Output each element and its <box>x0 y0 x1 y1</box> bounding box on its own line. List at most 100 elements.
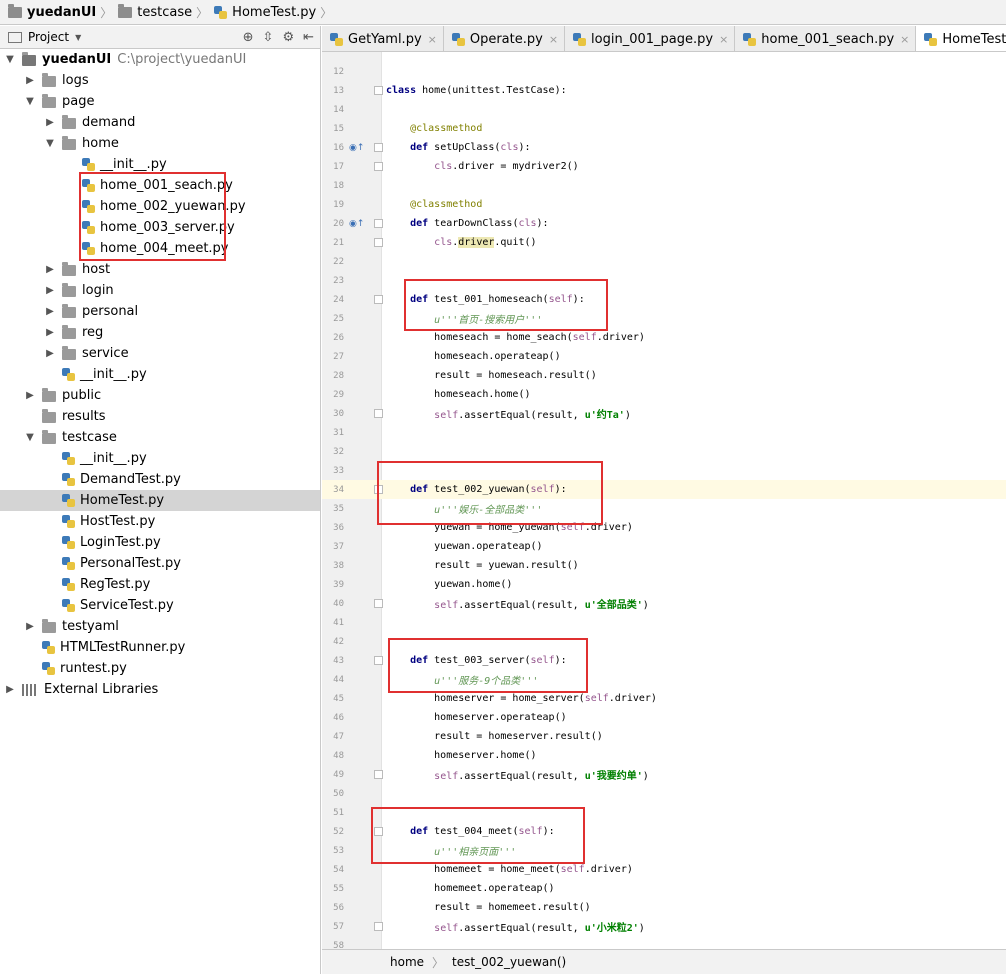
editor-tab[interactable]: HomeTest.py× <box>916 26 1006 51</box>
tree-item[interactable]: ▶ login <box>0 280 320 301</box>
fold-icon[interactable] <box>374 143 383 152</box>
chevron-right-icon[interactable]: ▶ <box>44 306 56 317</box>
override-marker-icon[interactable]: ◉↑ <box>349 143 364 153</box>
fold-icon[interactable] <box>374 656 383 665</box>
code-line[interactable]: 13 class home(unittest.TestCase): <box>322 81 1006 100</box>
tree-item[interactable]: ▶ personal <box>0 301 320 322</box>
fold-icon[interactable] <box>374 770 383 779</box>
tree-item[interactable]: ▼ yuedanUI C:\project\yuedanUI <box>0 49 320 70</box>
tree-item[interactable]: ▶ service <box>0 343 320 364</box>
code-line[interactable]: 39 yuewan.home() <box>322 575 1006 594</box>
close-icon[interactable]: × <box>719 33 728 46</box>
tree-item[interactable]: ▶ demand <box>0 112 320 133</box>
code-line[interactable]: 12 <box>322 62 1006 81</box>
chevron-down-icon[interactable]: ▼ <box>24 96 36 107</box>
editor-breadcrumb-item[interactable]: home <box>390 955 424 969</box>
tree-item[interactable]: ▼ page <box>0 91 320 112</box>
tree-item[interactable]: ▶ External Libraries <box>0 679 320 700</box>
tree-item[interactable]: ▶PersonalTest.py <box>0 553 320 574</box>
code-line[interactable]: 37 yuewan.operateap() <box>322 537 1006 556</box>
tree-item[interactable]: ▶runtest.py <box>0 658 320 679</box>
target-icon[interactable]: ⊕ <box>243 30 254 45</box>
code-line[interactable]: 46 homeserver.operateap() <box>322 708 1006 727</box>
editor-tab[interactable]: login_001_page.py × <box>565 26 736 51</box>
fold-icon[interactable] <box>374 922 383 931</box>
code-line[interactable]: 47 result = homeserver.result() <box>322 727 1006 746</box>
close-icon[interactable]: × <box>549 33 558 46</box>
chevron-right-icon[interactable]: ▶ <box>4 684 16 695</box>
chevron-right-icon[interactable]: ▶ <box>24 621 36 632</box>
code-line[interactable]: 18 <box>322 176 1006 195</box>
override-marker-icon[interactable]: ◉↑ <box>349 219 364 229</box>
breadcrumb-item[interactable]: testcase 〉 <box>118 3 214 21</box>
chevron-down-icon[interactable]: ▼ <box>75 33 81 42</box>
code-line[interactable]: 56 result = homemeet.result() <box>322 898 1006 917</box>
chevron-right-icon[interactable]: ▶ <box>44 264 56 275</box>
fold-icon[interactable] <box>374 409 383 418</box>
editor-breadcrumb-item[interactable]: test_002_yuewan() <box>452 955 566 969</box>
code-line[interactable]: 57 self.assertEqual(result, u'小米粒2') <box>322 917 1006 936</box>
code-line[interactable]: 27 homeseach.operateap() <box>322 347 1006 366</box>
breadcrumb-item[interactable]: yuedanUI 〉 <box>8 3 118 21</box>
code-line[interactable]: 20 ◉↑ def tearDownClass(cls): <box>322 214 1006 233</box>
tree-item[interactable]: ▶ public <box>0 385 320 406</box>
code-editor[interactable]: 12 13 class home(unittest.TestCase): 14 15 @… <box>322 52 1006 949</box>
tree-item[interactable]: ▼ home <box>0 133 320 154</box>
editor-tab[interactable]: home_001_seach.py × <box>735 26 917 51</box>
fold-icon[interactable] <box>374 162 383 171</box>
tree-item[interactable]: ▶LoginTest.py <box>0 532 320 553</box>
breadcrumb-item[interactable]: HomeTest.py 〉 <box>214 4 338 21</box>
chevron-right-icon[interactable]: ▶ <box>24 390 36 401</box>
chevron-down-icon[interactable]: ▼ <box>4 54 16 65</box>
tree-item[interactable]: ▶DemandTest.py <box>0 469 320 490</box>
code-line[interactable]: 22 <box>322 252 1006 271</box>
code-line[interactable]: 28 result = homeseach.result() <box>322 366 1006 385</box>
tree-item[interactable]: ▶ reg <box>0 322 320 343</box>
code-line[interactable]: 48 homeserver.home() <box>322 746 1006 765</box>
chevron-down-icon[interactable]: ▼ <box>24 432 36 443</box>
tree-item[interactable]: ▶ testyaml <box>0 616 320 637</box>
tree-item[interactable]: ▶__init__.py <box>0 364 320 385</box>
collapse-icon[interactable]: ⇳ <box>263 30 274 45</box>
fold-icon[interactable] <box>374 295 383 304</box>
code-line[interactable]: 40 self.assertEqual(result, u'全部品类') <box>322 594 1006 613</box>
tree-item[interactable]: ▶HomeTest.py <box>0 490 320 511</box>
tree-item[interactable]: ▶results <box>0 406 320 427</box>
code-line[interactable]: 15 @classmethod <box>322 119 1006 138</box>
code-line[interactable]: 14 <box>322 100 1006 119</box>
code-line[interactable]: 21 cls.driver.quit() <box>322 233 1006 252</box>
fold-icon[interactable] <box>374 238 383 247</box>
code-line[interactable]: 49 self.assertEqual(result, u'我要约单') <box>322 765 1006 784</box>
code-line[interactable]: 16 ◉↑ def setUpClass(cls): <box>322 138 1006 157</box>
chevron-right-icon[interactable]: ▶ <box>44 117 56 128</box>
tree-item[interactable]: ▶__init__.py <box>0 448 320 469</box>
code-line[interactable]: 32 <box>322 442 1006 461</box>
chevron-right-icon[interactable]: ▶ <box>24 75 36 86</box>
close-icon[interactable]: × <box>900 33 909 46</box>
close-icon[interactable]: × <box>428 33 437 46</box>
code-line[interactable]: 58 <box>322 936 1006 950</box>
chevron-right-icon[interactable]: ▶ <box>44 348 56 359</box>
fold-icon[interactable] <box>374 599 383 608</box>
tree-item[interactable]: ▶HostTest.py <box>0 511 320 532</box>
tree-item[interactable]: ▶ServiceTest.py <box>0 595 320 616</box>
code-line[interactable]: 55 homemeet.operateap() <box>322 879 1006 898</box>
tree-item[interactable]: ▶RegTest.py <box>0 574 320 595</box>
fold-icon[interactable] <box>374 219 383 228</box>
hide-icon[interactable]: ⇤ <box>303 30 314 45</box>
project-view-selector[interactable]: Project <box>28 30 69 44</box>
editor-tab[interactable]: Operate.py × <box>444 26 566 51</box>
tree-item[interactable]: ▶ host <box>0 259 320 280</box>
tree-item[interactable]: ▼ testcase <box>0 427 320 448</box>
code-line[interactable]: 29 homeseach.home() <box>322 385 1006 404</box>
code-line[interactable]: 31 <box>322 423 1006 442</box>
editor-tab[interactable]: GetYaml.py × <box>322 26 444 51</box>
fold-icon[interactable] <box>374 86 383 95</box>
chevron-right-icon[interactable]: ▶ <box>44 327 56 338</box>
code-line[interactable]: 17 cls.driver = mydriver2() <box>322 157 1006 176</box>
tree-item[interactable]: ▶HTMLTestRunner.py <box>0 637 320 658</box>
code-line[interactable]: 50 <box>322 784 1006 803</box>
chevron-right-icon[interactable]: ▶ <box>44 285 56 296</box>
tree-item[interactable]: ▶ logs <box>0 70 320 91</box>
code-line[interactable]: 41 <box>322 613 1006 632</box>
